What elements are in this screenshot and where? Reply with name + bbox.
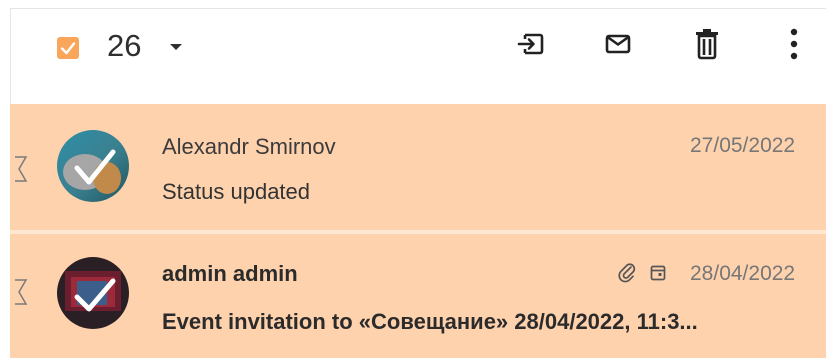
message-row[interactable] xyxy=(10,104,826,230)
more-options-kebab-icon[interactable] xyxy=(774,24,814,64)
checkmark-icon xyxy=(60,42,76,55)
delete-trash-icon[interactable] xyxy=(687,24,727,64)
message-date: 27/05/2022 xyxy=(690,134,796,157)
flag-icon[interactable] xyxy=(14,156,28,182)
message-date: 28/04/2022 xyxy=(690,262,796,285)
paperclip-icon xyxy=(618,263,636,283)
avatar xyxy=(57,257,129,329)
message-sender: admin admin xyxy=(162,261,298,286)
message-subject: Event invitation to «Совещание» 28/04/20… xyxy=(162,309,698,334)
calendar-event-icon xyxy=(650,265,666,281)
selection-dropdown-chevron-down-icon[interactable] xyxy=(169,43,183,51)
flag-icon[interactable] xyxy=(14,279,28,305)
avatar xyxy=(57,130,129,202)
select-all-checkbox[interactable] xyxy=(57,37,79,59)
selected-count: 26 xyxy=(107,28,142,63)
mark-read-envelope-icon[interactable] xyxy=(598,24,638,64)
move-to-folder-icon[interactable] xyxy=(511,24,551,64)
message-row[interactable] xyxy=(10,234,826,358)
message-subject: Status updated xyxy=(162,179,311,204)
message-sender: Alexandr Smirnov xyxy=(162,134,336,159)
